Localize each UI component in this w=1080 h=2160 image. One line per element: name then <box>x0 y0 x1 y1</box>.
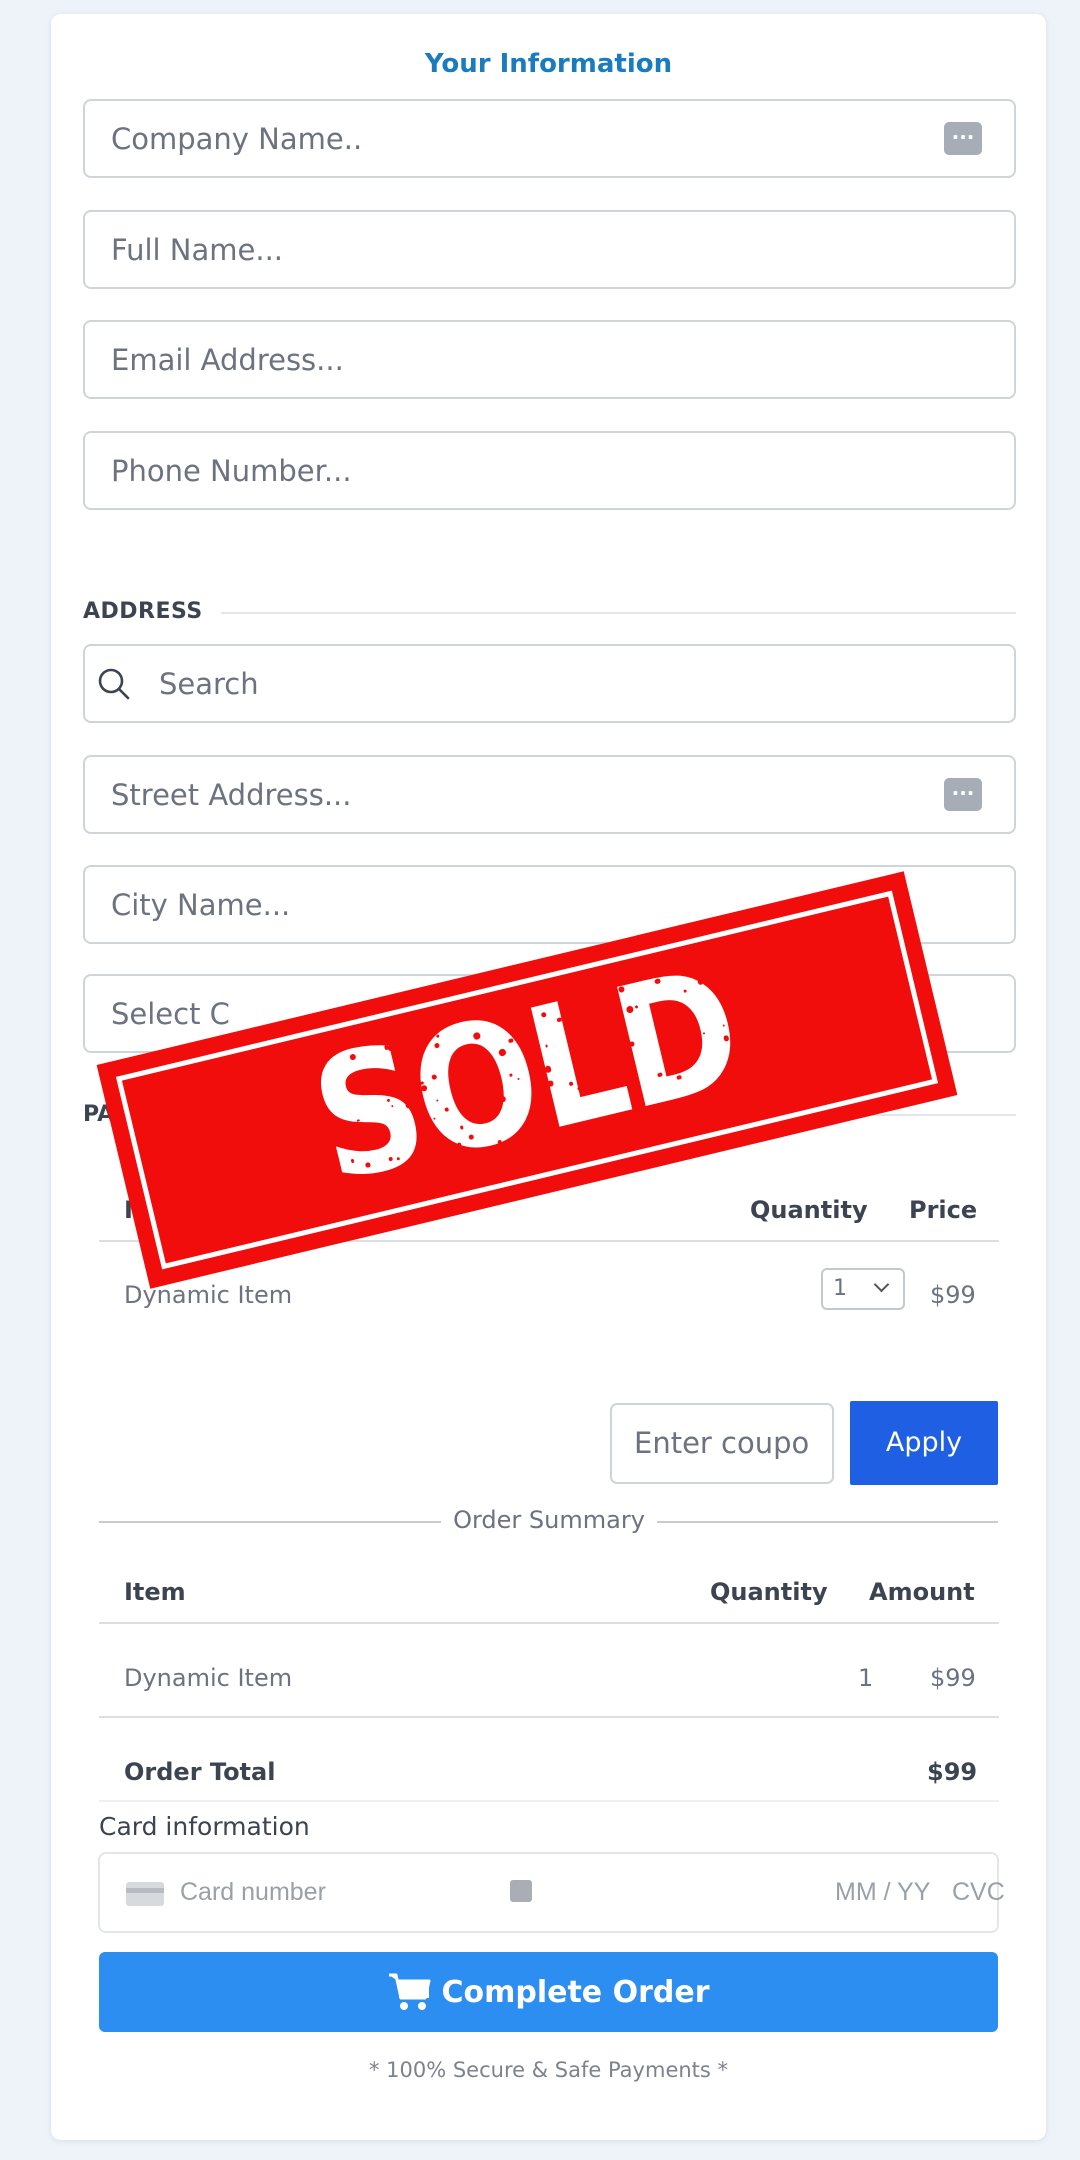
total-divider <box>99 1800 999 1802</box>
street-placeholder: Street Address... <box>111 777 352 812</box>
autofill-icon[interactable] <box>510 1880 532 1902</box>
apply-coupon-button[interactable]: Apply <box>850 1401 998 1485</box>
card-number-placeholder: Card number <box>180 1878 326 1906</box>
secure-payments-note: * 100% Secure & Safe Payments * <box>368 2058 729 2082</box>
address-divider <box>221 612 1016 614</box>
order-summary-title: Order Summary <box>453 1506 645 1534</box>
summary-item-amount: $99 <box>930 1664 976 1692</box>
complete-order-button[interactable]: Complete Order <box>99 1952 998 2032</box>
items-header-price: Price <box>909 1196 978 1224</box>
search-icon <box>98 668 130 699</box>
full-name-field[interactable]: Full Name... <box>83 210 1016 289</box>
card-number-field[interactable]: Card number MM / YY CVC <box>98 1852 1005 1933</box>
search-placeholder: Search <box>159 666 259 701</box>
phone-field[interactable]: Phone Number... <box>83 431 1016 510</box>
email-field[interactable]: Email Address... <box>83 320 1016 399</box>
expiry-placeholder[interactable]: MM / YY <box>835 1878 930 1907</box>
order-total-label: Order Total <box>124 1758 276 1786</box>
summary-header-item: Item <box>124 1578 186 1606</box>
summary-divider-right <box>657 1521 998 1523</box>
summary-row-divider <box>99 1716 999 1718</box>
coupon-placeholder: Enter coupo <box>634 1426 810 1460</box>
autofill-icon[interactable] <box>944 778 982 811</box>
address-section-label: ADDRESS <box>83 599 203 624</box>
order-total-value: $99 <box>927 1758 978 1786</box>
street-address-field[interactable]: Street Address... <box>83 755 1016 834</box>
card-information-label: Card information <box>99 1812 310 1841</box>
form-title: Your Information <box>424 49 673 79</box>
coupon-input[interactable]: Enter coupo <box>610 1403 834 1484</box>
full-name-placeholder: Full Name... <box>111 232 284 267</box>
items-header-quantity: Quantity <box>750 1196 868 1224</box>
autofill-icon[interactable] <box>944 122 982 155</box>
shopping-cart-icon <box>389 1973 431 2010</box>
summary-item-name: Dynamic Item <box>124 1664 293 1692</box>
summary-divider-left <box>99 1521 441 1523</box>
address-search-field[interactable]: Search <box>83 644 1016 723</box>
cvc-placeholder[interactable]: CVC <box>952 1878 1005 1907</box>
item-price: $99 <box>930 1281 976 1309</box>
company-name-field[interactable]: Company Name.. <box>83 99 1016 178</box>
summary-header-quantity: Quantity <box>710 1578 828 1606</box>
email-placeholder: Email Address... <box>111 342 344 377</box>
summary-header-divider <box>99 1622 999 1624</box>
chevron-down-icon <box>873 1276 890 1293</box>
credit-card-icon <box>126 1882 164 1906</box>
phone-placeholder: Phone Number... <box>111 453 352 488</box>
quantity-select[interactable]: 1 <box>821 1268 905 1310</box>
company-name-placeholder: Company Name.. <box>111 121 363 156</box>
complete-order-label: Complete Order <box>441 1974 710 2010</box>
summary-header-amount: Amount <box>869 1578 975 1606</box>
summary-item-qty: 1 <box>858 1664 874 1692</box>
quantity-value: 1 <box>833 1276 847 1301</box>
